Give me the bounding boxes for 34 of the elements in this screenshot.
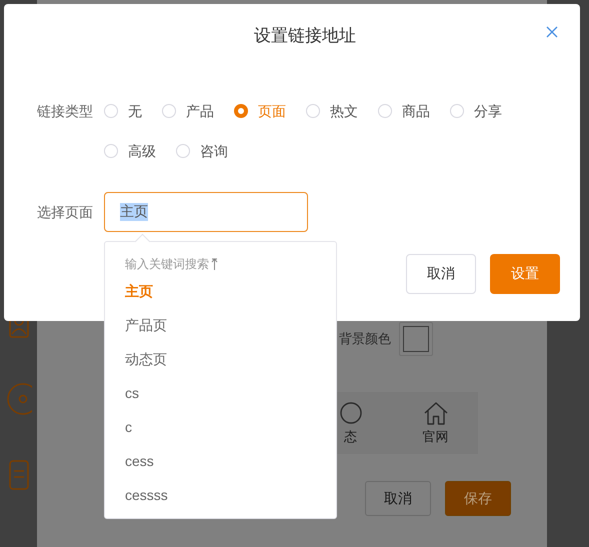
nav-label[interactable]: 态 <box>344 428 357 446</box>
page-select-label: 选择页面 <box>37 203 94 222</box>
radio-label[interactable]: 高级 <box>128 140 156 162</box>
radio-label[interactable]: 商品 <box>402 100 430 122</box>
radio-label[interactable]: 页面 <box>258 100 286 122</box>
nav-label[interactable]: 官网 <box>422 428 448 446</box>
document-icon[interactable] <box>8 460 28 490</box>
color-swatch[interactable] <box>399 322 433 356</box>
dropdown-item[interactable]: c <box>125 410 336 444</box>
page-select-field[interactable]: 主页 <box>104 192 308 232</box>
radio-label[interactable]: 热文 <box>330 100 358 122</box>
home-icon <box>422 400 448 424</box>
circle-icon <box>338 400 362 424</box>
text-cursor-icon <box>211 258 218 270</box>
color-label: 背景颜色 <box>339 330 391 348</box>
dropdown-item[interactable]: 产品页 <box>125 308 336 342</box>
dropdown-item[interactable]: 动态页 <box>125 342 336 376</box>
radio-label[interactable]: 咨询 <box>200 140 228 162</box>
dialog-title: 设置链接地址 <box>254 25 356 47</box>
cancel-button[interactable]: 取消 <box>365 481 431 516</box>
search-hint: 输入关键词搜索 <box>125 256 209 272</box>
radio-label[interactable]: 分享 <box>474 100 502 122</box>
dropdown-item[interactable]: cs <box>125 376 336 410</box>
radio-label[interactable]: 无 <box>128 100 142 122</box>
set-button[interactable]: 设置 <box>490 254 560 294</box>
save-button[interactable]: 保存 <box>445 481 511 516</box>
dropdown-item[interactable]: cess <box>125 444 336 478</box>
cancel-button[interactable]: 取消 <box>406 254 476 294</box>
dropdown-item[interactable]: 主页 <box>125 274 336 308</box>
link-type-label: 链接类型 <box>37 102 94 121</box>
dropdown-item[interactable]: cessss <box>125 478 336 512</box>
radio-label[interactable]: 产品 <box>186 100 214 122</box>
radio-button[interactable] <box>234 104 248 118</box>
close-icon[interactable] <box>544 24 560 40</box>
